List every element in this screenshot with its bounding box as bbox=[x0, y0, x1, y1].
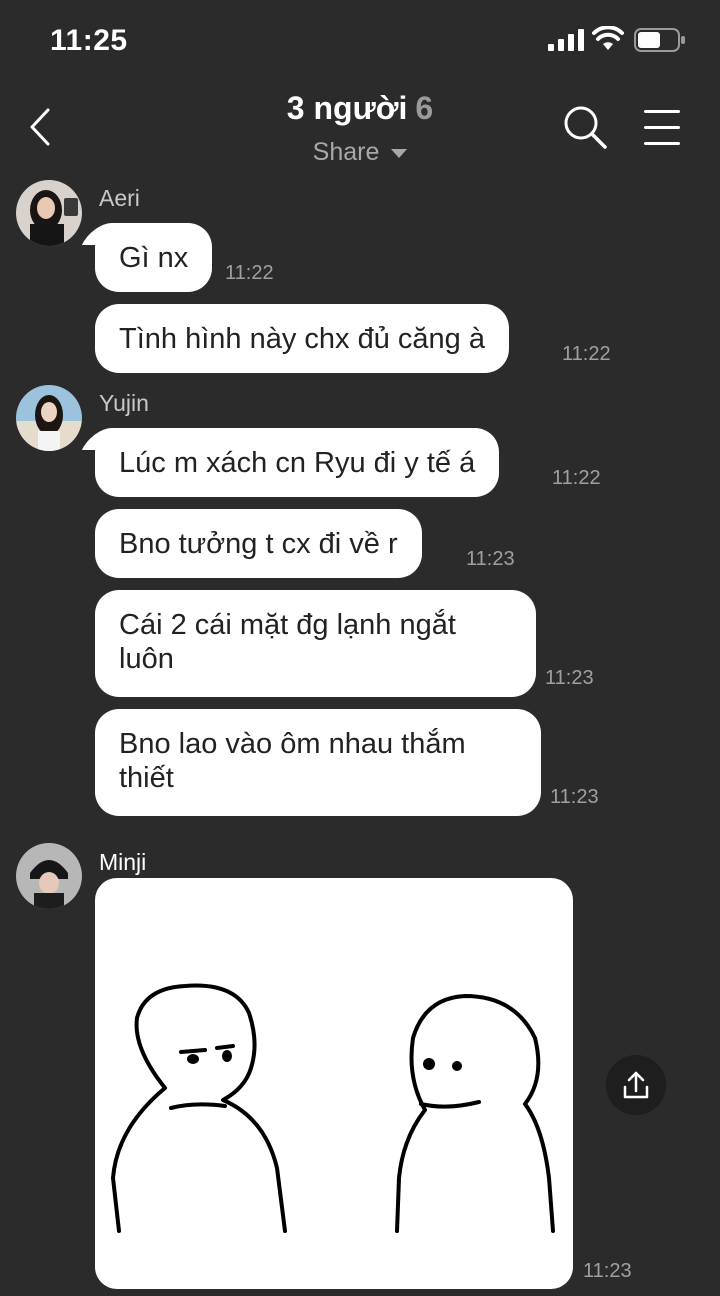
status-bar: 11:25 bbox=[0, 0, 720, 80]
share-wrap: Share bbox=[0, 138, 720, 167]
caret-down-icon bbox=[391, 149, 408, 158]
avatar-aeri-image bbox=[16, 180, 82, 246]
avatar-aeri[interactable] bbox=[16, 180, 82, 246]
battery-icon bbox=[634, 28, 685, 52]
message-time: 11:22 bbox=[225, 262, 274, 284]
sender-name: Aeri bbox=[99, 185, 140, 211]
message-time: 11:23 bbox=[550, 786, 599, 808]
message-bubble[interactable]: Bno tưởng t cx đi về r bbox=[95, 509, 422, 578]
message-time: 11:23 bbox=[583, 1260, 632, 1282]
search-icon[interactable] bbox=[562, 104, 608, 150]
sender-name: Yujin bbox=[99, 390, 149, 416]
share-button[interactable]: Share bbox=[313, 138, 408, 167]
message-bubble[interactable]: Tình hình này chx đủ căng à bbox=[95, 304, 509, 373]
chat-title: 3 người bbox=[286, 90, 408, 126]
sender-name: Minji bbox=[99, 849, 147, 875]
wifi-icon bbox=[592, 26, 624, 50]
message-time: 11:23 bbox=[466, 548, 515, 570]
member-count: 6 bbox=[415, 90, 434, 126]
avatar-yujin[interactable] bbox=[16, 385, 82, 451]
avatar-minji-image bbox=[16, 843, 82, 909]
avatar-minji[interactable] bbox=[16, 843, 82, 909]
message-bubble[interactable]: Lúc m xách cn Ryu đi y tế á bbox=[95, 428, 500, 497]
upload-icon bbox=[623, 1071, 649, 1099]
chat-header: 3 người 6 Share bbox=[0, 80, 720, 175]
message-time: 11:22 bbox=[552, 467, 601, 489]
menu-icon[interactable] bbox=[644, 108, 682, 148]
message-bubble[interactable]: Bno lao vào ôm nhau thắm thiết bbox=[95, 709, 541, 816]
message-bubble[interactable]: Cái 2 cái mặt đg lạnh ngắt luôn bbox=[95, 590, 536, 697]
signal-icon bbox=[548, 29, 584, 51]
status-time: 11:25 bbox=[50, 24, 128, 57]
image-message[interactable] bbox=[95, 878, 573, 1289]
title-wrap: 3 người 6 bbox=[0, 90, 720, 127]
share-image-button[interactable] bbox=[606, 1055, 666, 1115]
avatar-yujin-image bbox=[16, 385, 82, 451]
message-time: 11:23 bbox=[545, 667, 594, 689]
share-label: Share bbox=[312, 138, 380, 166]
sketch-image bbox=[111, 983, 555, 1233]
message-time: 11:22 bbox=[562, 343, 611, 365]
message-bubble[interactable]: Gì nx bbox=[95, 223, 213, 292]
